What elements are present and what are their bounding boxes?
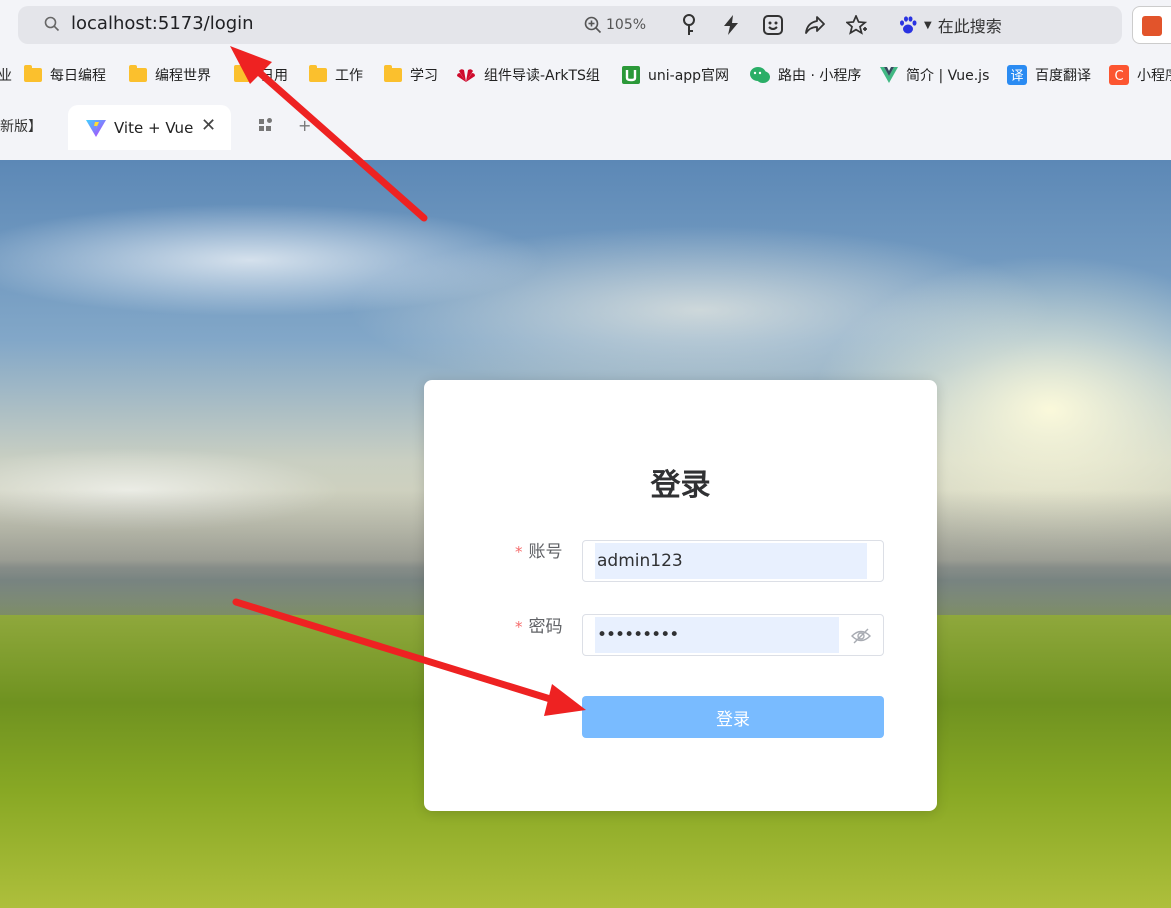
bookmark-item[interactable]: 组件导读-ArkTS组: [456, 56, 606, 94]
lightning-icon[interactable]: [710, 6, 752, 44]
address-tools: 105%: [584, 6, 878, 44]
bookmark-item[interactable]: 译 百度翻译: [1007, 56, 1091, 94]
tab-tools: +: [258, 116, 311, 135]
zoom-level: 105%: [606, 17, 647, 33]
search-placeholder: 在此搜索: [937, 17, 1002, 36]
bookmark-item[interactable]: 编程世界: [129, 56, 211, 94]
bookmark-label: 编程世界: [155, 68, 211, 84]
folder-icon: [24, 65, 42, 82]
password-input[interactable]: •••••••••: [582, 614, 884, 656]
eye-hidden-icon[interactable]: [851, 627, 871, 645]
bookmark-label: 路由 · 小程序: [778, 68, 862, 84]
bookmark-item[interactable]: C 小程序: [1109, 56, 1171, 94]
bookmark-label: 工作: [335, 68, 363, 84]
vue-icon: [880, 67, 898, 83]
bookmark-item[interactable]: 日用: [234, 56, 288, 94]
required-mark: *: [515, 618, 523, 636]
bookmark-label: 每日编程: [50, 68, 106, 84]
csdn-icon: C: [1109, 65, 1129, 85]
bookmark-label: 百度翻译: [1035, 68, 1091, 84]
bookmarks-bar: 业 每日编程 编程世界 日用 工作 学习 组件导读-ArkTS组 uni-app…: [0, 56, 1171, 94]
pdf-icon: [1142, 16, 1162, 36]
account-label-row: * 账号: [515, 537, 563, 562]
baidu-paw-icon: [900, 16, 917, 34]
login-title: 登录: [650, 468, 711, 503]
bookmark-label: 学习: [410, 68, 438, 84]
bookmark-item[interactable]: 业: [0, 56, 12, 94]
tab-title: Vite + Vue: [114, 118, 194, 137]
account-input[interactable]: admin123: [582, 540, 884, 582]
account-label: 账号: [528, 542, 563, 562]
required-mark: *: [515, 543, 523, 561]
bookmark-item[interactable]: uni-app官网: [622, 56, 729, 94]
bookmark-item[interactable]: 简介 | Vue.js: [880, 56, 989, 94]
search-engine-selector[interactable]: ▼ 在此搜索: [898, 6, 1002, 44]
bookmark-label: uni-app官网: [648, 68, 730, 84]
tab-group-icon[interactable]: [258, 116, 274, 132]
bookmark-item[interactable]: 路由 · 小程序: [750, 56, 861, 94]
address-bar-row: localhost:5173/login 105% ▼ 在此搜索: [0, 0, 1171, 54]
extension-face-icon[interactable]: [752, 6, 794, 44]
bookmark-item[interactable]: 每日编程: [24, 56, 106, 94]
svg-text:译: 译: [1010, 69, 1023, 84]
folder-icon: [234, 65, 252, 82]
password-value: •••••••••: [597, 625, 679, 645]
chevron-down-icon: ▼: [924, 19, 932, 31]
password-label: 密码: [528, 617, 563, 637]
bookmark-item[interactable]: 工作: [309, 56, 363, 94]
bookmark-label: 业: [0, 68, 12, 84]
folder-icon: [384, 65, 402, 82]
bookmark-label: 简介 | Vue.js: [906, 68, 990, 84]
zoom-indicator[interactable]: 105%: [584, 16, 646, 34]
address-bar[interactable]: localhost:5173/login 105% ▼ 在此搜索: [18, 6, 1122, 44]
folder-icon: [309, 65, 327, 82]
login-button[interactable]: 登录: [582, 696, 884, 738]
folder-icon: [129, 65, 147, 82]
huawei-icon: [457, 69, 475, 82]
login-page-background: 登录 * 账号 admin123 * 密码 ••••••••• 登录: [0, 160, 1171, 908]
wechat-icon: [750, 67, 770, 83]
new-tab-icon[interactable]: +: [298, 116, 311, 135]
key-icon[interactable]: [668, 6, 710, 44]
tab-active[interactable]: Vite + Vue ✕: [68, 105, 231, 150]
login-card: 登录 * 账号 admin123 * 密码 ••••••••• 登录: [424, 380, 937, 811]
close-icon[interactable]: ✕: [201, 115, 216, 136]
tab-previous[interactable]: 新版】: [0, 116, 42, 136]
bookmark-label: 小程序: [1137, 68, 1171, 84]
uniapp-icon: [622, 66, 640, 84]
bookmark-item[interactable]: 学习: [384, 56, 438, 94]
share-icon[interactable]: [794, 6, 836, 44]
bookmark-label: 日用: [260, 68, 288, 84]
account-value: admin123: [597, 551, 683, 571]
zoom-in-icon: [584, 16, 602, 34]
bookmark-label: 组件导读-ArkTS组: [484, 68, 600, 84]
svg-text:C: C: [1114, 69, 1123, 84]
password-label-row: * 密码: [515, 612, 563, 637]
search-icon: [44, 16, 60, 32]
pdf-extension-button[interactable]: [1132, 6, 1171, 44]
translate-icon: 译: [1007, 65, 1027, 85]
vite-icon: [86, 119, 106, 137]
url-text[interactable]: localhost:5173/login: [71, 13, 254, 34]
favorite-star-icon[interactable]: [836, 6, 878, 44]
tab-strip: 新版】 Vite + Vue ✕ +: [0, 96, 1171, 150]
